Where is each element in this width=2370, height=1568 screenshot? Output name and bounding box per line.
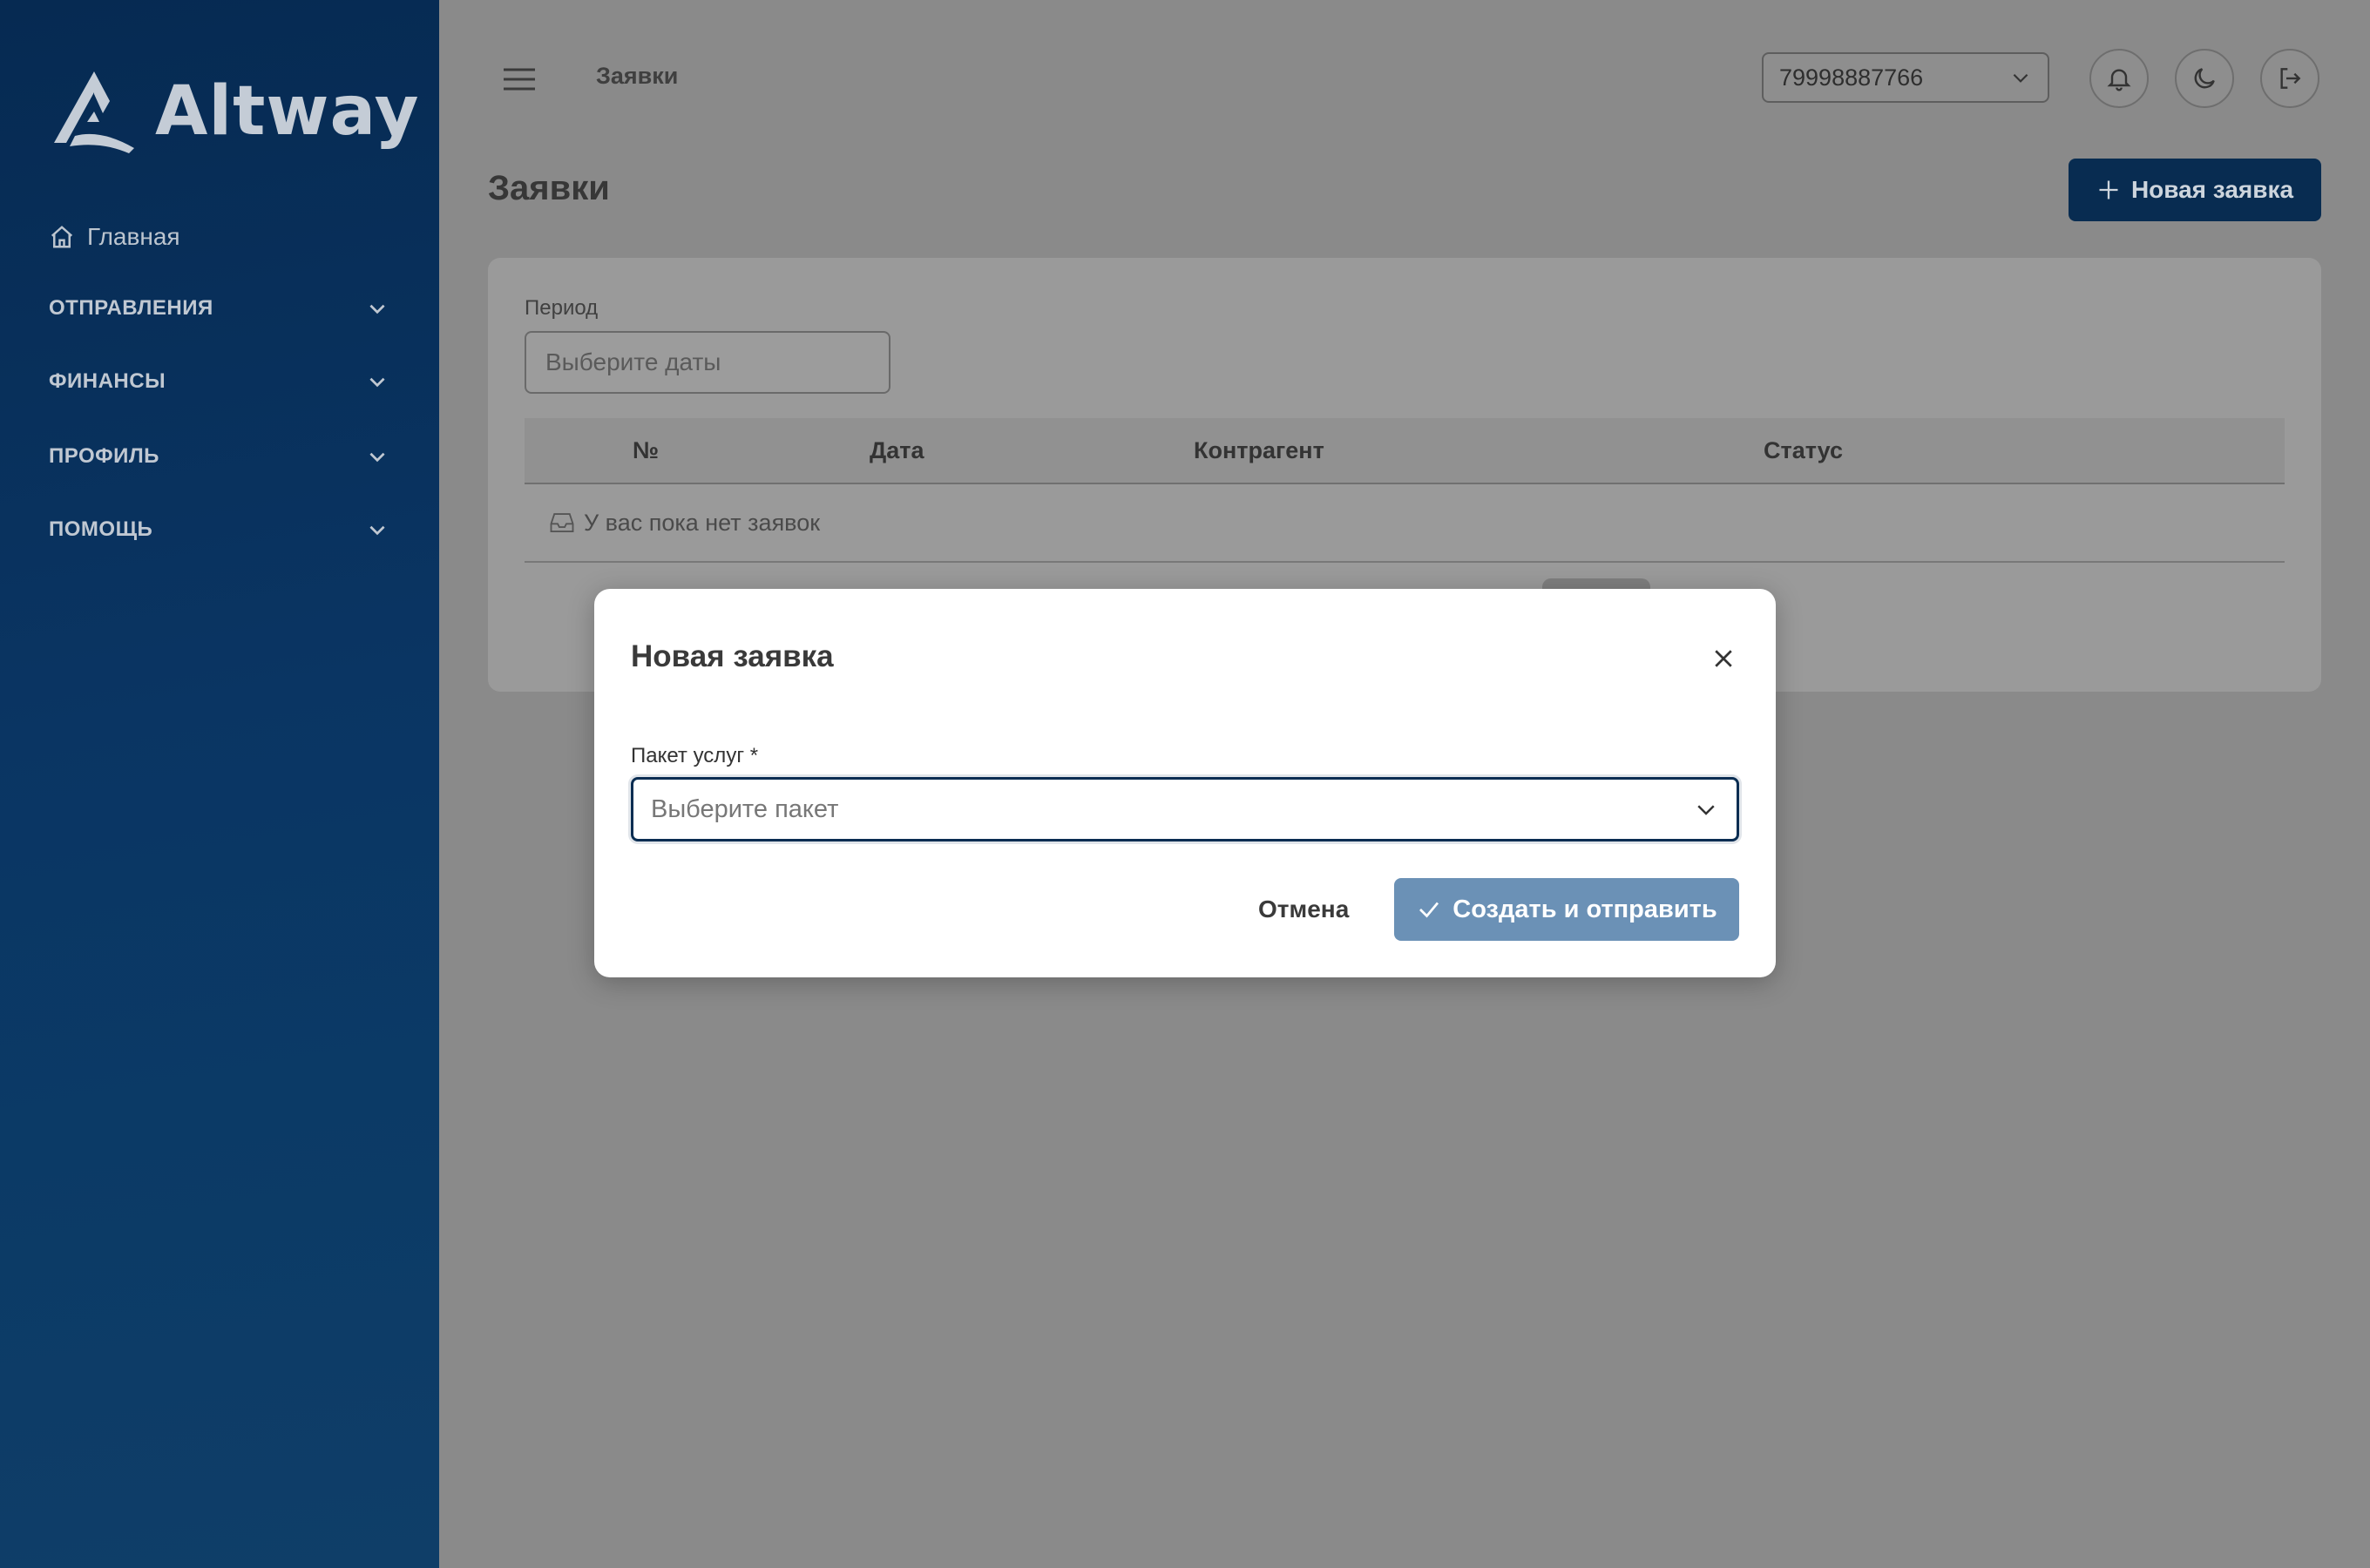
sidebar-group-label: ПРОФИЛЬ: [49, 444, 159, 468]
sidebar-item-home[interactable]: Главная: [49, 223, 180, 251]
chevron-down-icon: [369, 452, 385, 463]
period-label: Период: [525, 296, 599, 320]
hamburger-icon: [504, 68, 535, 91]
chevron-down-icon: [2013, 73, 2028, 83]
menu-toggle-button[interactable]: [502, 66, 537, 97]
package-select[interactable]: Выберите пакет: [631, 777, 1739, 841]
cancel-button[interactable]: Отмена: [1243, 878, 1364, 941]
modal-close-button[interactable]: [1706, 641, 1741, 676]
package-select-placeholder: Выберите пакет: [651, 794, 839, 823]
modal-title: Новая заявка: [631, 639, 834, 673]
plus-icon: [2099, 180, 2118, 199]
notifications-button[interactable]: [2089, 49, 2149, 108]
sidebar-item-label: Главная: [87, 223, 180, 250]
new-request-button[interactable]: Новая заявка: [2069, 159, 2321, 221]
home-icon: [51, 226, 73, 248]
create-and-send-label: Создать и отправить: [1452, 895, 1717, 923]
page-title: Заявки: [488, 169, 610, 207]
column-header-number[interactable]: №: [633, 418, 659, 483]
sidebar: Altway Главная ОТПРАВЛЕНИЯ ФИНАНСЫ ПРОФИ…: [0, 0, 439, 1568]
period-date-input[interactable]: Выберите даты: [525, 331, 890, 394]
table-empty-row: У вас пока нет заявок: [525, 484, 2285, 563]
table-header: № Дата Контрагент Статус: [525, 418, 2285, 484]
bell-icon: [2107, 69, 2131, 91]
sidebar-group-shipments[interactable]: ОТПРАВЛЕНИЯ: [49, 296, 389, 321]
breadcrumb: Заявки: [596, 63, 679, 89]
chevron-down-icon: [369, 304, 385, 314]
logout-icon: [2280, 68, 2301, 89]
brand-name: Altway: [155, 72, 420, 151]
check-icon: [1419, 902, 1439, 918]
chevron-down-icon: [369, 525, 385, 536]
inbox-icon: [550, 513, 574, 532]
altway-logo-icon: [54, 71, 134, 153]
chevron-down-icon: [1697, 805, 1715, 815]
column-header-counterparty[interactable]: Контрагент: [1194, 418, 1324, 483]
close-icon: [1715, 650, 1732, 667]
account-select-value: 79998887766: [1779, 64, 1924, 91]
new-request-label: Новая заявка: [2130, 176, 2294, 203]
column-header-status[interactable]: Статус: [1764, 418, 1843, 483]
sidebar-group-finance[interactable]: ФИНАНСЫ: [49, 369, 389, 394]
sidebar-group-label: ПОМОЩЬ: [49, 517, 153, 541]
create-and-send-button[interactable]: Создать и отправить: [1394, 878, 1739, 941]
theme-toggle-button[interactable]: [2175, 49, 2234, 108]
column-header-date[interactable]: Дата: [870, 418, 924, 483]
sidebar-group-profile[interactable]: ПРОФИЛЬ: [49, 444, 389, 469]
moon-icon: [2194, 68, 2215, 89]
sidebar-group-label: ОТПРАВЛЕНИЯ: [49, 296, 213, 320]
empty-state-text: У вас пока нет заявок: [584, 509, 821, 536]
logout-button[interactable]: [2260, 49, 2319, 108]
new-request-modal: Новая заявка Пакет услуг * Выберите паке…: [594, 589, 1776, 977]
sidebar-group-help[interactable]: ПОМОЩЬ: [49, 517, 389, 542]
logo[interactable]: Altway: [49, 68, 420, 155]
chevron-down-icon: [369, 377, 385, 388]
package-field-label: Пакет услуг *: [631, 744, 759, 767]
account-select[interactable]: 79998887766: [1762, 52, 2049, 103]
sidebar-group-label: ФИНАНСЫ: [49, 369, 166, 393]
